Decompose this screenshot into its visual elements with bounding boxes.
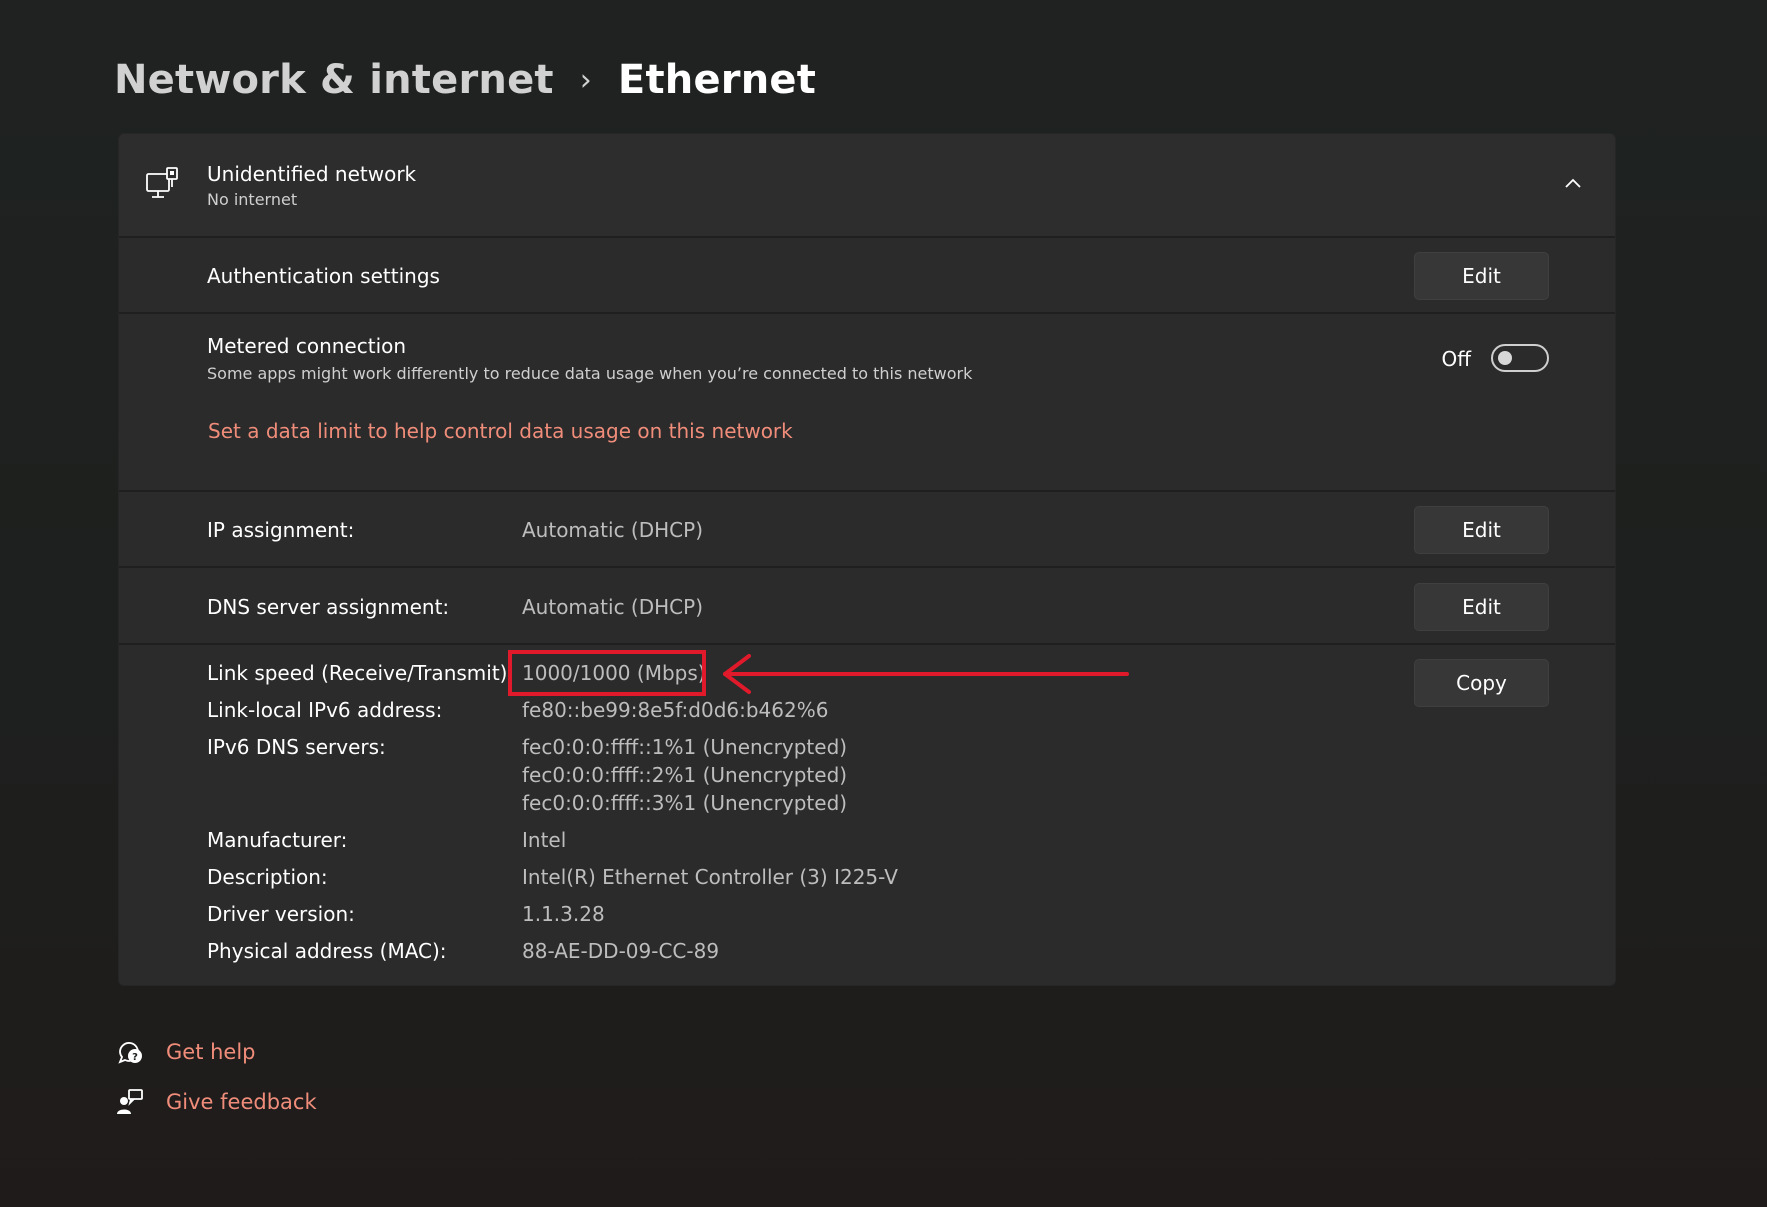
ethernet-computer-icon bbox=[146, 167, 178, 198]
auth-settings-label: Authentication settings bbox=[207, 264, 440, 288]
svg-text:?: ? bbox=[132, 1052, 138, 1063]
give-feedback-link[interactable]: Give feedback bbox=[166, 1090, 317, 1114]
network-status: No internet bbox=[207, 190, 298, 209]
manufacturer-value: Intel bbox=[522, 828, 567, 852]
ip-assignment-value: Automatic (DHCP) bbox=[522, 518, 703, 542]
dns-assignment-value: Automatic (DHCP) bbox=[522, 595, 703, 619]
ipv6-address-value: fe80::be99:8e5f:d0d6:b462%6 bbox=[522, 698, 829, 722]
divider bbox=[119, 312, 1615, 314]
divider bbox=[119, 236, 1615, 238]
ip-assignment-label: IP assignment: bbox=[207, 518, 355, 542]
annotation-highlight-box bbox=[508, 650, 706, 696]
manufacturer-label: Manufacturer: bbox=[207, 828, 348, 852]
copy-properties-button[interactable]: Copy bbox=[1414, 659, 1549, 707]
description-label: Description: bbox=[207, 865, 328, 889]
mac-address-label: Physical address (MAC): bbox=[207, 939, 447, 963]
dns-edit-button[interactable]: Edit bbox=[1414, 583, 1549, 631]
get-help-icon: ? bbox=[118, 1042, 142, 1064]
mac-address-value: 88-AE-DD-09-CC-89 bbox=[522, 939, 720, 963]
get-help-link[interactable]: Get help bbox=[166, 1040, 256, 1064]
toggle-knob bbox=[1498, 351, 1512, 365]
give-feedback-icon bbox=[117, 1089, 143, 1114]
metered-toggle-state: Off bbox=[1441, 347, 1471, 371]
breadcrumb: Network & internet › Ethernet bbox=[114, 52, 816, 108]
ipv6-address-label: Link-local IPv6 address: bbox=[207, 698, 443, 722]
network-name: Unidentified network bbox=[207, 162, 417, 186]
metered-connection-label: Metered connection bbox=[207, 334, 407, 358]
driver-version-label: Driver version: bbox=[207, 902, 355, 926]
ip-edit-button[interactable]: Edit bbox=[1414, 506, 1549, 554]
description-value: Intel(R) Ethernet Controller (3) I225-V bbox=[522, 865, 898, 889]
ethernet-network-card: Unidentified network No internet Authent… bbox=[118, 133, 1616, 986]
divider bbox=[119, 566, 1615, 568]
metered-connection-description: Some apps might work differently to redu… bbox=[207, 364, 973, 383]
ipv6-dns-value-2: fec0:0:0:ffff::2%1 (Unencrypted) bbox=[522, 763, 848, 787]
ipv6-dns-value-3: fec0:0:0:ffff::3%1 (Unencrypted) bbox=[522, 791, 848, 815]
dns-assignment-label: DNS server assignment: bbox=[207, 595, 450, 619]
ipv6-dns-value-1: fec0:0:0:ffff::1%1 (Unencrypted) bbox=[522, 735, 848, 759]
breadcrumb-parent[interactable]: Network & internet bbox=[114, 57, 554, 103]
divider bbox=[119, 643, 1615, 645]
annotation-arrow-icon bbox=[723, 654, 1129, 694]
auth-edit-button[interactable]: Edit bbox=[1414, 252, 1549, 300]
ipv6-dns-label: IPv6 DNS servers: bbox=[207, 735, 386, 759]
breadcrumb-separator-icon: › bbox=[579, 62, 592, 98]
set-data-limit-link[interactable]: Set a data limit to help control data us… bbox=[208, 419, 793, 443]
driver-version-value: 1.1.3.28 bbox=[522, 902, 605, 926]
divider bbox=[119, 490, 1615, 492]
chevron-up-icon[interactable] bbox=[1563, 174, 1583, 194]
link-speed-label: Link speed (Receive/Transmit): bbox=[207, 661, 515, 685]
network-header[interactable]: Unidentified network No internet bbox=[119, 134, 1615, 236]
page-title: Ethernet bbox=[617, 57, 817, 103]
metered-connection-toggle[interactable] bbox=[1491, 344, 1549, 372]
